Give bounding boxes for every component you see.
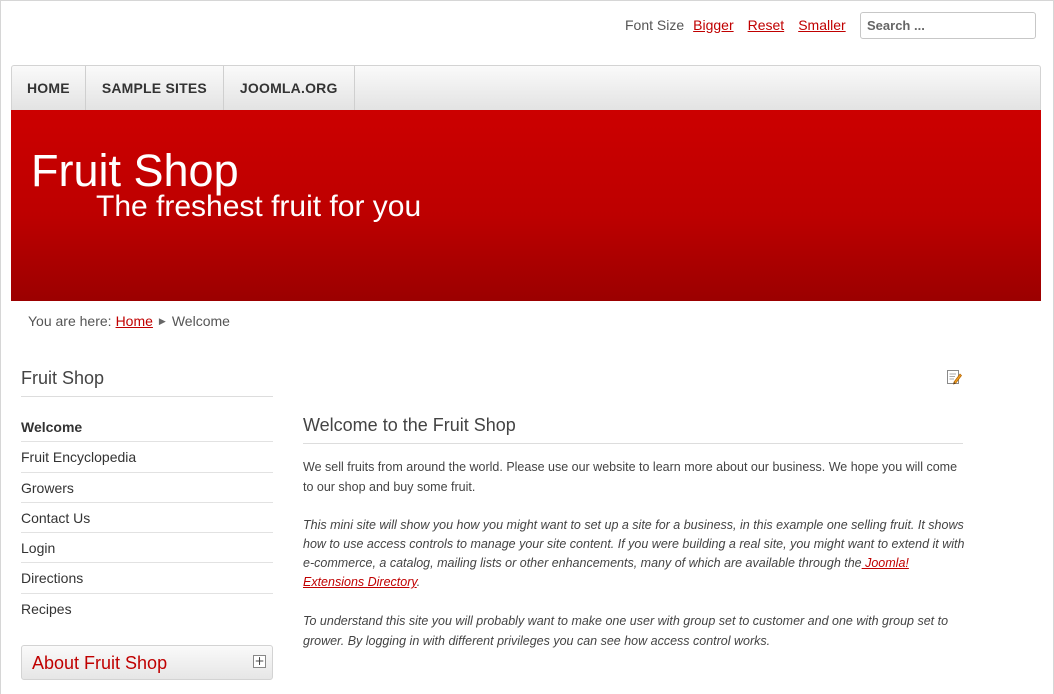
font-size-label: Font Size [625,17,685,33]
main-nav: HOME SAMPLE SITES JOOMLA.ORG [11,65,1041,110]
breadcrumb-prefix: You are here: [28,313,112,329]
breadcrumb-current: Welcome [171,313,230,329]
article-title: Welcome to the Fruit Shop [303,415,963,444]
article-paragraph-3: To understand this site you will probabl… [303,614,949,648]
sidebar-menu: Fruit Shop Welcome Fruit Encyclopedia Gr… [21,368,273,624]
about-fruit-shop-panel[interactable]: About Fruit Shop + [21,645,273,680]
nav-item-home[interactable]: HOME [12,66,86,110]
sidebar-list: Welcome Fruit Encyclopedia Growers Conta… [21,412,273,624]
sidebar-title: Fruit Shop [21,368,273,397]
sidebar-item-welcome[interactable]: Welcome [21,412,273,443]
nav-item-joomla-org[interactable]: JOOMLA.ORG [224,66,355,110]
header-banner: Fruit Shop The freshest fruit for you [11,110,1041,301]
breadcrumb-arrow-icon: ▶ [158,315,166,326]
site-title: Fruit Shop [31,145,239,196]
sidebar-item-fruit-encyclopedia[interactable]: Fruit Encyclopedia [21,442,273,473]
nav-item-sample-sites[interactable]: SAMPLE SITES [86,66,224,110]
edit-icon[interactable] [946,369,962,385]
sidebar-item-directions[interactable]: Directions [21,563,273,594]
sidebar-item-recipes[interactable]: Recipes [21,594,273,624]
sidebar-item-contact-us[interactable]: Contact Us [21,503,273,534]
sidebar-item-growers[interactable]: Growers [21,473,273,503]
font-smaller-link[interactable]: Smaller [798,17,845,33]
expand-icon[interactable]: + [253,655,266,668]
breadcrumb-home-link[interactable]: Home [116,313,153,329]
font-bigger-link[interactable]: Bigger [693,17,733,33]
about-panel-title: About Fruit Shop [32,653,168,673]
font-reset-link[interactable]: Reset [748,17,785,33]
site-tagline: The freshest fruit for you [96,190,422,223]
article-paragraph-2-end: . [416,575,421,589]
sidebar-item-login[interactable]: Login [21,533,273,564]
article-paragraph-1: We sell fruits from around the world. Pl… [303,460,958,494]
search-input[interactable] [860,12,1036,39]
font-size-controls: Font Size Bigger Reset Smaller [625,17,860,33]
breadcrumb: You are here: Home ▶ Welcome [28,313,230,329]
article-paragraph-2: This mini site will show you how you mig… [303,516,968,592]
